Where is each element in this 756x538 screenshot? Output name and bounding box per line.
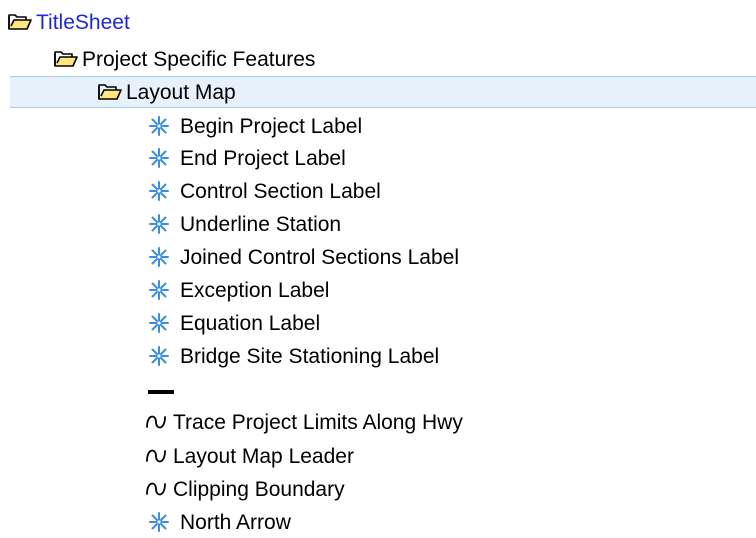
folder-open-icon xyxy=(8,13,32,31)
point-feature-icon xyxy=(148,511,170,533)
point-feature-icon xyxy=(148,246,170,268)
tree-node-label: Joined Control Sections Label xyxy=(180,245,460,269)
tree-node-layout-map-leader[interactable]: Layout Map Leader xyxy=(0,440,756,472)
tree-node-joined-control-sections-label[interactable]: Joined Control Sections Label xyxy=(0,241,756,273)
tree-node-label: Layout Map Leader xyxy=(173,444,354,468)
tree-node-label: End Project Label xyxy=(180,146,346,170)
point-feature-icon xyxy=(148,147,170,169)
folder-open-icon xyxy=(54,50,78,68)
tree-node-north-arrow[interactable]: North Arrow xyxy=(0,506,756,538)
feature-tree: TitleSheet Project Specific Features Lay… xyxy=(0,0,756,533)
linear-feature-icon xyxy=(145,411,167,433)
tree-node-layout-map[interactable]: Layout Map xyxy=(10,76,756,108)
tree-node-project-specific-features[interactable]: Project Specific Features xyxy=(0,43,756,75)
tree-node-underline-station[interactable]: Underline Station xyxy=(0,208,756,240)
line-feature-icon xyxy=(148,377,174,399)
tree-node-exception-label[interactable]: Exception Label xyxy=(0,274,756,306)
tree-node-clipping-boundary[interactable]: Clipping Boundary xyxy=(0,473,756,505)
tree-node-trace-project-limits-along-hwy[interactable]: Trace Project Limits Along Hwy xyxy=(0,406,756,438)
tree-node-equation-label[interactable]: Equation Label xyxy=(0,307,756,339)
point-feature-icon xyxy=(148,279,170,301)
tree-node-label: Underline Station xyxy=(180,212,342,236)
tree-node-titlesheet[interactable]: TitleSheet xyxy=(0,6,756,38)
tree-node-label: Exception Label xyxy=(180,278,330,302)
point-feature-icon xyxy=(148,213,170,235)
tree-node-label: Project Specific Features xyxy=(82,47,316,71)
tree-node-label: Control Section Label xyxy=(180,179,381,203)
tree-node-label: Begin Project Label xyxy=(180,114,363,138)
point-feature-icon xyxy=(148,115,170,137)
point-feature-icon xyxy=(148,345,170,367)
tree-node-label: TitleSheet xyxy=(36,10,130,34)
point-feature-icon xyxy=(148,180,170,202)
tree-node-bridge-site-stationing-label[interactable]: Bridge Site Stationing Label xyxy=(0,340,756,372)
tree-node-label: Trace Project Limits Along Hwy xyxy=(173,410,463,434)
tree-node-label: Layout Map xyxy=(126,80,236,104)
tree-node-label: Equation Label xyxy=(180,311,321,335)
point-feature-icon xyxy=(148,312,170,334)
linear-feature-icon xyxy=(145,478,167,500)
linear-feature-icon xyxy=(145,445,167,467)
tree-node-control-section-label[interactable]: Control Section Label xyxy=(0,175,756,207)
folder-open-icon xyxy=(98,83,122,101)
tree-node-end-project-label[interactable]: End Project Label xyxy=(0,142,756,174)
tree-node-line-feature[interactable] xyxy=(0,372,756,404)
tree-node-begin-project-label[interactable]: Begin Project Label xyxy=(0,110,756,142)
tree-node-label: Clipping Boundary xyxy=(173,477,345,501)
tree-node-label: Bridge Site Stationing Label xyxy=(180,344,440,368)
tree-node-label: North Arrow xyxy=(180,510,291,534)
